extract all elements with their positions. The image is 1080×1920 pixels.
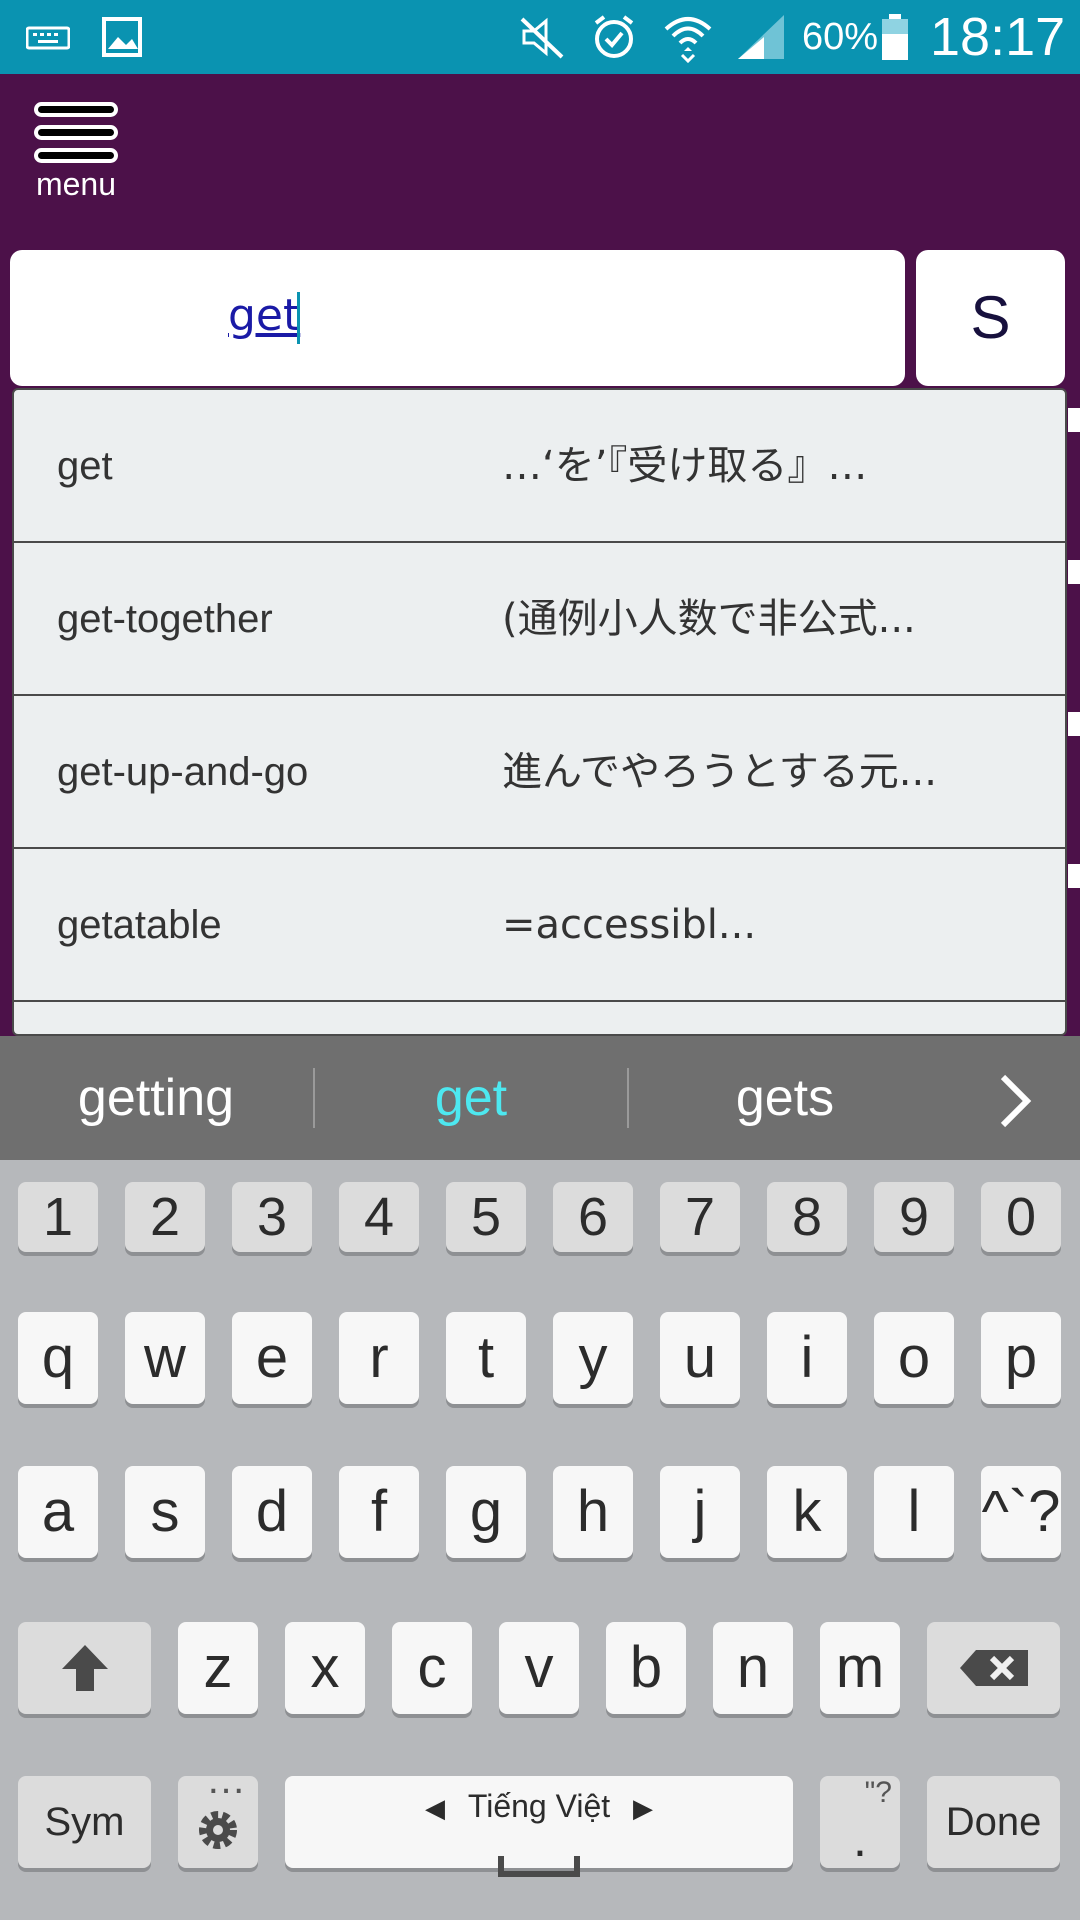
edge-decoration	[1068, 408, 1080, 432]
edge-decoration	[1068, 712, 1080, 736]
status-bar: 60% 18:17	[0, 0, 1080, 74]
key-b[interactable]: b	[606, 1622, 686, 1714]
suggestion-dropdown: get …‘を’『受け取る』… get-together (通例小人数で非公式.…	[12, 388, 1067, 1036]
suggestion-item[interactable]: get-together (通例小人数で非公式...	[14, 543, 1065, 696]
key-q[interactable]: q	[18, 1312, 98, 1404]
key-g[interactable]: g	[446, 1466, 526, 1558]
chevron-left-icon: ◀	[424, 1793, 445, 1823]
key-c[interactable]: c	[392, 1622, 472, 1714]
key-digit-6[interactable]: 6	[553, 1182, 633, 1252]
prediction-bar: getting get gets	[0, 1036, 1080, 1160]
prediction-item-selected[interactable]: get	[315, 1036, 627, 1160]
key-digit-3[interactable]: 3	[232, 1182, 312, 1252]
suggestion-definition: 進んでやろうとする元...	[502, 749, 937, 795]
key-p[interactable]: p	[981, 1312, 1061, 1404]
shift-icon	[61, 1645, 108, 1691]
suggestion-word: get-up-and-go	[57, 750, 309, 794]
key-y[interactable]: y	[553, 1312, 633, 1404]
key-s[interactable]: s	[125, 1466, 205, 1558]
search-input[interactable]: get	[10, 250, 905, 386]
search-button[interactable]: S	[916, 250, 1065, 386]
suggestion-item[interactable]: get …‘を’『受け取る』…	[14, 390, 1065, 543]
key-digit-2[interactable]: 2	[125, 1182, 205, 1252]
key-e[interactable]: e	[232, 1312, 312, 1404]
sym-key[interactable]: Sym	[18, 1776, 151, 1868]
space-key[interactable]: ◀ Tiếng Việt ▶	[285, 1776, 793, 1877]
backspace-icon	[959, 1650, 1028, 1686]
menu-label: menu	[35, 166, 117, 202]
suggestion-item[interactable]: getatable =accessibl...	[14, 849, 1065, 1002]
key-digit-1[interactable]: 1	[18, 1182, 98, 1252]
period-label: .	[853, 1811, 867, 1867]
space-icon	[498, 1856, 580, 1877]
key-a[interactable]: a	[18, 1466, 98, 1558]
menu-icon	[34, 102, 118, 117]
key-i[interactable]: i	[767, 1312, 847, 1404]
key-digit-5[interactable]: 5	[446, 1182, 526, 1252]
key-x[interactable]: x	[285, 1622, 365, 1714]
key-digit-9[interactable]: 9	[874, 1182, 954, 1252]
key-digit-7[interactable]: 7	[660, 1182, 740, 1252]
key-z[interactable]: z	[178, 1622, 258, 1714]
key-v[interactable]: v	[499, 1622, 579, 1714]
key-l[interactable]: l	[874, 1466, 954, 1558]
edge-decoration	[1068, 864, 1080, 888]
key-w[interactable]: w	[125, 1312, 205, 1404]
suggestion-definition: …‘を’『受け取る』…	[502, 443, 868, 489]
chevron-right-icon: ▶	[633, 1793, 654, 1823]
gear-icon	[199, 1811, 237, 1849]
key-h[interactable]: h	[553, 1466, 633, 1558]
suggestion-item-partial[interactable]	[14, 1002, 1065, 1034]
alarm-icon	[590, 0, 638, 74]
suggestion-word: get	[57, 444, 113, 488]
suggestion-definition: =accessibl...	[502, 902, 757, 948]
search-input-value: get	[228, 290, 301, 341]
mute-icon	[518, 0, 566, 74]
backspace-key[interactable]	[927, 1622, 1060, 1714]
wifi-icon	[662, 0, 714, 74]
edge-decoration	[1068, 560, 1080, 584]
clock: 18:17	[930, 7, 1066, 67]
key-t[interactable]: t	[446, 1312, 526, 1404]
menu-icon-bar-3	[34, 148, 118, 163]
key-u[interactable]: u	[660, 1312, 740, 1404]
period-extra-label: "?	[864, 1776, 892, 1809]
key-o[interactable]: o	[874, 1312, 954, 1404]
key-j[interactable]: j	[660, 1466, 740, 1558]
image-icon	[102, 0, 142, 74]
keyboard-icon	[26, 0, 70, 74]
settings-dots: …	[206, 1758, 246, 1802]
text-cursor	[297, 292, 300, 344]
prediction-item[interactable]: gets	[629, 1036, 941, 1160]
suggestion-word: get-together	[57, 597, 273, 641]
key-d[interactable]: d	[232, 1466, 312, 1558]
key-digit-8[interactable]: 8	[767, 1182, 847, 1252]
key-digit-0[interactable]: 0	[981, 1182, 1061, 1252]
menu-button[interactable]: menu	[28, 102, 124, 202]
key-f[interactable]: f	[339, 1466, 419, 1558]
key-k[interactable]: k	[767, 1466, 847, 1558]
key-n[interactable]: n	[713, 1622, 793, 1714]
key-accent[interactable]: ^`?	[981, 1466, 1061, 1558]
battery-text: 60%	[802, 15, 879, 58]
suggestion-item[interactable]: get-up-and-go 進んでやろうとする元...	[14, 696, 1065, 849]
chevron-right-icon[interactable]	[975, 1036, 1055, 1160]
language-label: Tiếng Việt	[467, 1788, 611, 1824]
keyboard: Sym … ◀ Tiếng Việt ▶ "? . Done 123456789…	[0, 1160, 1080, 1920]
signal-icon	[736, 0, 786, 74]
suggestion-word: getatable	[57, 903, 222, 947]
settings-key[interactable]: …	[178, 1758, 258, 1868]
suggestion-definition: (通例小人数で非公式...	[502, 596, 916, 642]
key-m[interactable]: m	[820, 1622, 900, 1714]
shift-key[interactable]	[18, 1622, 151, 1714]
prediction-item[interactable]: getting	[0, 1036, 312, 1160]
battery-icon	[880, 0, 910, 74]
key-digit-4[interactable]: 4	[339, 1182, 419, 1252]
period-key[interactable]: "? .	[820, 1776, 900, 1868]
menu-icon-bar-2	[34, 125, 118, 140]
key-r[interactable]: r	[339, 1312, 419, 1404]
done-key[interactable]: Done	[927, 1776, 1060, 1868]
